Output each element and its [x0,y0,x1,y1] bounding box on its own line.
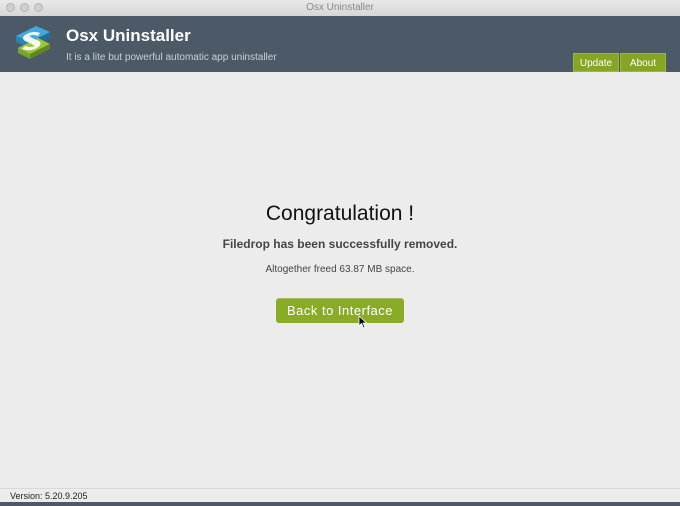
bottom-strip [0,502,680,506]
osx-uninstaller-logo-icon [16,26,50,59]
window-title: Osx Uninstaller [306,2,374,13]
title-bar[interactable]: Osx Uninstaller [0,0,680,17]
app-title: Osx Uninstaller [66,26,191,45]
removed-message: Filedrop has been successfully removed. [222,237,458,251]
result-panel: Congratulation ! Filedrop has been succe… [0,72,680,488]
status-bar: Version: 5.20.9.205 [0,488,680,503]
congratulation-heading: Congratulation ! [265,202,415,225]
freed-space-message: Altogether freed 63.87 MB space. [265,264,415,275]
mouse-pointer-icon [358,315,368,329]
app-window: Osx Uninstaller Osx Uninstaller It is a … [0,0,680,506]
app-header: Osx Uninstaller It is a lite but powerfu… [0,16,680,72]
about-button[interactable]: About [620,53,666,72]
version-label: Version: 5.20.9.205 [10,491,88,501]
back-to-interface-button[interactable]: Back to Interface [276,298,404,323]
app-subtitle: It is a lite but powerful automatic app … [66,52,277,63]
update-button[interactable]: Update [573,53,619,72]
